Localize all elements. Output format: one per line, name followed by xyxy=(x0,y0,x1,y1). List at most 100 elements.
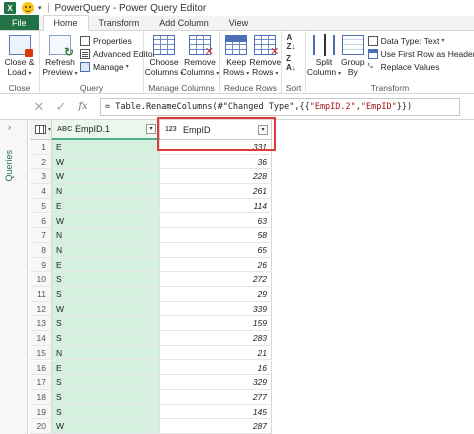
table-row[interactable]: 16 E 16 xyxy=(30,360,272,376)
row-number[interactable]: 20 xyxy=(30,419,52,433)
row-number[interactable]: 1 xyxy=(30,140,52,154)
row-number[interactable]: 13 xyxy=(30,316,52,331)
cell-empid1[interactable]: W xyxy=(52,154,160,169)
quick-access-dropdown-icon[interactable]: ▾ xyxy=(38,4,42,12)
smiley-feedback-icon[interactable] xyxy=(22,2,34,14)
row-number[interactable]: 19 xyxy=(30,404,52,419)
use-first-row-headers-button[interactable]: Use First Row as Headers▾ xyxy=(367,47,474,60)
confirm-formula-icon[interactable]: ✓ xyxy=(50,99,72,115)
row-number[interactable]: 16 xyxy=(30,360,52,375)
cell-empid1[interactable]: W xyxy=(52,301,160,316)
text-type-icon[interactable]: ABC xyxy=(57,126,73,133)
close-and-load-button[interactable]: Close & Load ▾ xyxy=(3,33,36,79)
row-number[interactable]: 4 xyxy=(30,184,52,198)
table-row[interactable]: 10 S 272 xyxy=(30,272,272,287)
table-row[interactable]: 8 N 65 xyxy=(30,242,272,258)
whole-number-type-icon[interactable]: 123 xyxy=(165,126,181,133)
table-row[interactable]: 7 N 58 xyxy=(30,228,272,243)
expand-queries-icon[interactable]: › xyxy=(8,122,11,132)
cell-empid1[interactable]: S xyxy=(52,404,160,419)
queries-pane[interactable]: › Queries xyxy=(0,120,28,434)
cell-empid1[interactable]: W xyxy=(52,213,160,228)
row-number[interactable]: 7 xyxy=(30,228,52,242)
replace-values-button[interactable]: ¹₂ Replace Values xyxy=(368,60,474,73)
row-number[interactable]: 18 xyxy=(30,389,52,404)
cell-empid1[interactable]: S xyxy=(52,389,160,404)
group-by-button[interactable]: Group By xyxy=(341,33,365,77)
row-number[interactable]: 14 xyxy=(30,331,52,345)
cell-empid1[interactable]: S xyxy=(52,331,160,345)
row-number[interactable]: 15 xyxy=(30,345,52,360)
row-number[interactable]: 2 xyxy=(30,154,52,169)
table-row[interactable]: 14 S 283 xyxy=(30,331,272,346)
cell-empid1[interactable]: N xyxy=(52,242,160,257)
cell-empid[interactable]: 145 xyxy=(160,404,272,419)
cell-empid[interactable]: 65 xyxy=(160,242,272,257)
cell-empid[interactable]: 272 xyxy=(160,272,272,286)
cell-empid[interactable]: 329 xyxy=(160,375,272,389)
row-number[interactable]: 8 xyxy=(30,242,52,257)
sort-descending-icon[interactable]: Z A↓ xyxy=(286,54,296,72)
tab-home[interactable]: Home xyxy=(42,15,89,31)
cell-empid[interactable]: 16 xyxy=(160,360,272,375)
filter-dropdown-icon[interactable]: ▾ xyxy=(258,124,268,135)
cancel-formula-icon[interactable]: ✕ xyxy=(28,99,50,115)
tab-transform[interactable]: Transform xyxy=(89,15,150,30)
cell-empid1[interactable]: W xyxy=(52,419,160,433)
table-row[interactable]: 12 W 339 xyxy=(30,301,272,317)
cell-empid1[interactable]: S xyxy=(52,316,160,331)
table-row[interactable]: 3 W 228 xyxy=(30,169,272,185)
table-row[interactable]: 18 S 277 xyxy=(30,389,272,405)
cell-empid1[interactable]: S xyxy=(52,272,160,286)
cell-empid[interactable]: 29 xyxy=(160,287,272,301)
cell-empid[interactable]: 159 xyxy=(160,316,272,331)
split-column-button[interactable]: Split Column ▾ xyxy=(307,33,341,79)
remove-columns-button[interactable]: RemoveColumns▾ xyxy=(181,33,219,79)
refresh-preview-button[interactable]: RefreshPreview▾ xyxy=(42,33,78,79)
table-row[interactable]: 19 S 145 xyxy=(30,404,272,420)
data-type-button[interactable]: Data Type: Text ▾ xyxy=(367,34,474,47)
remove-rows-button[interactable]: RemoveRows▾ xyxy=(249,33,281,79)
cell-empid[interactable]: 21 xyxy=(160,345,272,360)
table-row[interactable]: 13 S 159 xyxy=(30,316,272,332)
row-number[interactable]: 5 xyxy=(30,198,52,213)
table-row[interactable]: 2 W 36 xyxy=(30,154,272,170)
table-row[interactable]: 4 N 261 xyxy=(30,184,272,199)
table-row[interactable]: 5 E 114 xyxy=(30,198,272,214)
cell-empid[interactable]: 261 xyxy=(160,184,272,198)
cell-empid1[interactable]: E xyxy=(52,257,160,272)
cell-empid[interactable]: 283 xyxy=(160,331,272,345)
row-number[interactable]: 9 xyxy=(30,257,52,272)
cell-empid1[interactable]: W xyxy=(52,169,160,184)
table-menu-button[interactable]: ▾ xyxy=(30,120,52,140)
cell-empid[interactable]: 114 xyxy=(160,198,272,213)
cell-empid[interactable]: 287 xyxy=(160,419,272,433)
table-row[interactable]: 17 S 329 xyxy=(30,375,272,390)
column-header-empid1[interactable]: ABC EmpID.1 ▾ xyxy=(52,120,160,140)
cell-empid1[interactable]: N xyxy=(52,184,160,198)
filter-dropdown-icon[interactable]: ▾ xyxy=(146,124,156,134)
row-number[interactable]: 3 xyxy=(30,169,52,184)
column-header-empid[interactable]: 123 EmpID ▾ xyxy=(160,120,272,140)
row-number[interactable]: 6 xyxy=(30,213,52,228)
row-number[interactable]: 11 xyxy=(30,287,52,301)
cell-empid1[interactable]: E xyxy=(52,140,160,154)
cell-empid[interactable]: 228 xyxy=(160,169,272,184)
cell-empid1[interactable]: N xyxy=(52,345,160,360)
table-row[interactable]: 9 E 26 xyxy=(30,257,272,273)
cell-empid1[interactable]: S xyxy=(52,287,160,301)
tab-add-column[interactable]: Add Column xyxy=(149,15,219,30)
cell-empid[interactable]: 26 xyxy=(160,257,272,272)
cell-empid[interactable]: 36 xyxy=(160,154,272,169)
keep-rows-button[interactable]: Keep Rows ▾ xyxy=(223,33,249,79)
tab-view[interactable]: View xyxy=(219,15,258,30)
cell-empid1[interactable]: E xyxy=(52,198,160,213)
cell-empid1[interactable]: S xyxy=(52,375,160,389)
table-row[interactable]: 15 N 21 xyxy=(30,345,272,361)
cell-empid[interactable]: 277 xyxy=(160,389,272,404)
cell-empid[interactable]: 63 xyxy=(160,213,272,228)
table-row[interactable]: 20 W 287 xyxy=(30,419,272,434)
table-row[interactable]: 11 S 29 xyxy=(30,287,272,302)
tab-file[interactable]: File xyxy=(0,15,39,30)
cell-empid1[interactable]: N xyxy=(52,228,160,242)
